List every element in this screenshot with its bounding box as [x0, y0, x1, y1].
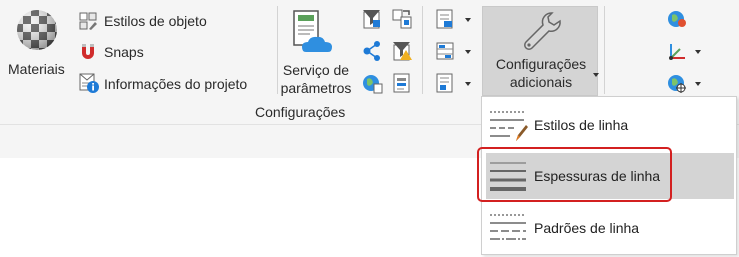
grid-icon-button-2[interactable]: [391, 8, 413, 30]
wrench-icon: [524, 12, 561, 50]
filter-doc-icon: [363, 10, 380, 29]
globe-target-icon: [668, 75, 686, 93]
object-styles-button[interactable]: Estilos de objeto: [78, 10, 224, 32]
menu-item-line-patterns[interactable]: Padrões de linha: [486, 205, 734, 251]
geo-button-2[interactable]: [666, 40, 704, 62]
dropdown-button-2[interactable]: [434, 40, 472, 62]
menu-item-line-patterns-label: Padrões de linha: [534, 220, 640, 236]
grid-icon-button-5[interactable]: [361, 72, 383, 94]
report-doc-icon: [436, 73, 453, 93]
table-doc-icon: [436, 42, 454, 60]
chevron-down-icon: [465, 18, 471, 22]
chevron-down-icon: [593, 73, 599, 77]
grid-icon-button-6[interactable]: [391, 72, 413, 94]
line-styles-icon: [490, 111, 528, 141]
chevron-down-icon: [695, 50, 701, 54]
grid-icon-button-4[interactable]: [391, 40, 413, 62]
globe-location-icon: [668, 11, 686, 27]
chevron-down-icon: [465, 82, 471, 86]
grid-icon-button-3[interactable]: [361, 40, 383, 62]
project-info-icon: [79, 73, 99, 93]
object-styles-label: Estilos de objeto: [104, 13, 207, 29]
geo-button-1[interactable]: [666, 8, 688, 30]
globe-doc-icon: [363, 75, 383, 94]
highlight-annotation-box: [477, 147, 672, 202]
parameter-service-button[interactable]: Serviço de parâmetros: [272, 6, 358, 96]
parameter-service-label-line2: parâmetros: [280, 80, 352, 96]
snaps-button[interactable]: Snaps: [78, 41, 168, 63]
menu-item-line-styles[interactable]: Estilos de linha: [486, 102, 734, 148]
geo-button-3[interactable]: [666, 72, 704, 94]
project-info-label: Informações do projeto: [104, 76, 248, 92]
snaps-label: Snaps: [104, 44, 144, 60]
dropdown-button-1[interactable]: [434, 8, 472, 30]
dropdown-button-3[interactable]: [434, 72, 472, 94]
coordinates-axis-icon: [669, 44, 685, 60]
separator: [604, 6, 605, 94]
transfer-doc-icon: [392, 9, 412, 29]
list-doc-icon: [436, 9, 453, 29]
panel-title: Configurações: [255, 104, 346, 120]
menu-item-line-styles-label: Estilos de linha: [534, 117, 629, 133]
parameter-service-label-line1: Serviço de: [282, 62, 350, 78]
checker-sphere-icon: [17, 10, 57, 50]
network-nodes-icon: [363, 41, 380, 61]
chevron-down-icon: [465, 50, 471, 54]
additional-settings-label-line1: Configurações: [495, 56, 587, 72]
project-info-button[interactable]: Informações do projeto: [78, 72, 268, 94]
materials-button[interactable]: Materiais: [4, 6, 70, 77]
object-styles-icon: [79, 12, 97, 30]
settings-doc-icon: [393, 73, 410, 93]
grid-icon-button-1[interactable]: [361, 8, 383, 30]
snaps-magnet-icon: [82, 44, 94, 59]
line-patterns-icon: [490, 214, 526, 240]
warning-doc-icon: [393, 42, 412, 61]
separator: [422, 6, 423, 94]
additional-settings-button[interactable]: Configurações adicionais: [482, 6, 599, 96]
parameter-service-icon: [293, 10, 332, 52]
additional-settings-label-line2: adicionais: [509, 74, 573, 90]
chevron-down-icon: [695, 82, 701, 86]
materials-label: Materiais: [8, 61, 65, 77]
